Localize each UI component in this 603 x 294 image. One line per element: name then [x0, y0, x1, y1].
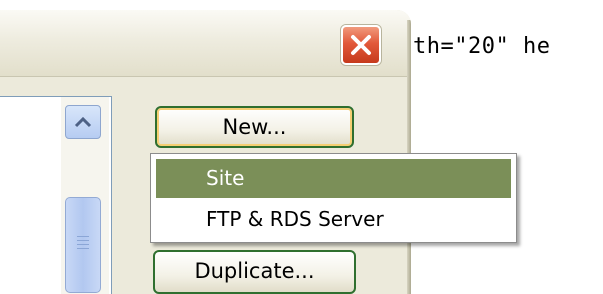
grip-lines-icon	[77, 248, 89, 249]
site-list[interactable]	[0, 96, 112, 294]
new-button[interactable]: New...	[155, 106, 354, 148]
scroll-up-button[interactable]	[65, 105, 101, 139]
close-x-icon	[351, 35, 371, 55]
grip-lines-icon	[77, 240, 89, 241]
close-button[interactable]	[341, 25, 381, 65]
background-code-text: th="20" he	[413, 34, 551, 59]
new-dropdown-menu: Site FTP & RDS Server	[150, 153, 517, 243]
chevron-up-icon	[74, 116, 92, 128]
grip-lines-icon	[77, 236, 89, 237]
grip-lines-icon	[77, 244, 89, 245]
vertical-scrollbar[interactable]	[61, 97, 109, 294]
menu-item-site[interactable]: Site	[156, 159, 511, 198]
scroll-thumb[interactable]	[65, 197, 101, 293]
dialog-window: New... Duplicate...	[0, 10, 411, 294]
menu-item-ftp-rds-server[interactable]: FTP & RDS Server	[156, 200, 511, 239]
duplicate-button[interactable]: Duplicate...	[153, 250, 356, 294]
